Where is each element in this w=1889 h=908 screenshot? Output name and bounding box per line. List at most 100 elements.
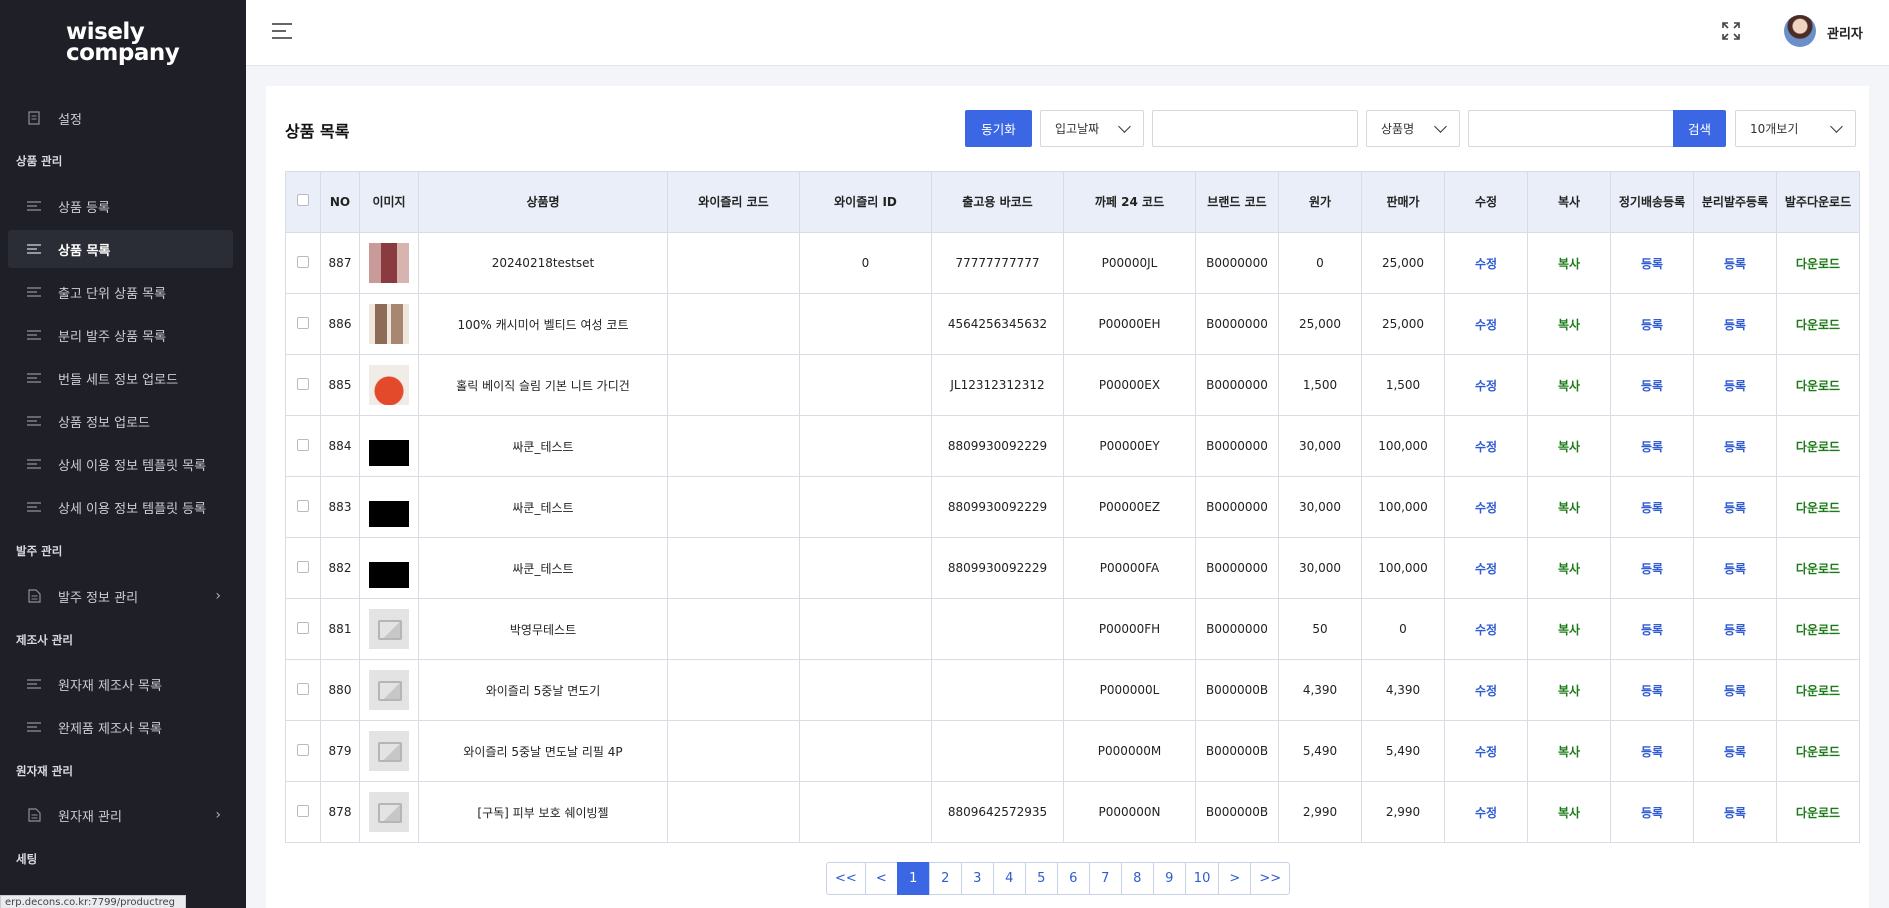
order-download-link[interactable]: 다운로드 <box>1796 379 1840 393</box>
row-checkbox[interactable] <box>297 743 309 756</box>
company-logo[interactable]: wisely company <box>66 21 186 65</box>
copy-link[interactable]: 복사 <box>1558 562 1580 576</box>
row-checkbox[interactable] <box>297 316 309 329</box>
order-download-link[interactable]: 다운로드 <box>1796 623 1840 637</box>
page-6-button[interactable]: 6 <box>1056 862 1090 895</box>
edit-link[interactable]: 수정 <box>1475 745 1497 759</box>
search-field-select[interactable]: 상품명 <box>1366 110 1460 147</box>
sidebar-item-product-list[interactable]: 상품 목록 <box>8 230 233 268</box>
copy-link[interactable]: 복사 <box>1558 806 1580 820</box>
subscription-register-link[interactable]: 등록 <box>1641 379 1663 393</box>
page-size-select[interactable]: 10개보기 <box>1735 110 1856 147</box>
split-order-register-link[interactable]: 등록 <box>1724 684 1746 698</box>
product-thumbnail[interactable] <box>369 548 409 588</box>
fullscreen-icon[interactable] <box>1722 22 1740 40</box>
copy-link[interactable]: 복사 <box>1558 623 1580 637</box>
order-download-link[interactable]: 다운로드 <box>1796 684 1840 698</box>
sync-button[interactable]: 동기화 <box>965 110 1032 147</box>
product-thumbnail[interactable] <box>369 670 409 710</box>
row-checkbox[interactable] <box>297 255 309 268</box>
search-button[interactable]: 검색 <box>1673 110 1726 147</box>
split-order-register-link[interactable]: 등록 <box>1724 562 1746 576</box>
page-4-button[interactable]: 4 <box>992 862 1026 895</box>
edit-link[interactable]: 수정 <box>1475 379 1497 393</box>
date-filter-select[interactable]: 입고날짜 <box>1040 110 1144 147</box>
page-9-button[interactable]: 9 <box>1152 862 1186 895</box>
product-thumbnail[interactable] <box>369 304 409 344</box>
prev-page-button[interactable]: < <box>864 862 898 895</box>
subscription-register-link[interactable]: 등록 <box>1641 257 1663 271</box>
split-order-register-link[interactable]: 등록 <box>1724 623 1746 637</box>
subscription-register-link[interactable]: 등록 <box>1641 745 1663 759</box>
order-download-link[interactable]: 다운로드 <box>1796 440 1840 454</box>
sidebar-item-product-register[interactable]: 상품 등록 <box>8 187 233 225</box>
product-thumbnail[interactable] <box>369 609 409 649</box>
sidebar-item-material-management[interactable]: 원자재 관리 › <box>8 796 233 834</box>
order-download-link[interactable]: 다운로드 <box>1796 318 1840 332</box>
menu-toggle-icon[interactable] <box>272 23 292 39</box>
subscription-register-link[interactable]: 등록 <box>1641 684 1663 698</box>
row-checkbox[interactable] <box>297 621 309 634</box>
page-10-button[interactable]: 10 <box>1184 862 1220 895</box>
sidebar-item-order-info[interactable]: 발주 정보 관리 › <box>8 577 233 615</box>
page-1-button[interactable]: 1 <box>896 862 930 895</box>
page-2-button[interactable]: 2 <box>928 862 962 895</box>
split-order-register-link[interactable]: 등록 <box>1724 501 1746 515</box>
sidebar-item-settings[interactable]: 설정 <box>8 99 233 137</box>
search-input[interactable] <box>1468 110 1674 147</box>
split-order-register-link[interactable]: 등록 <box>1724 379 1746 393</box>
copy-link[interactable]: 복사 <box>1558 501 1580 515</box>
product-thumbnail[interactable] <box>369 487 409 527</box>
page-7-button[interactable]: 7 <box>1088 862 1122 895</box>
order-download-link[interactable]: 다운로드 <box>1796 806 1840 820</box>
subscription-register-link[interactable]: 등록 <box>1641 562 1663 576</box>
sidebar-item-bundle-upload[interactable]: 번들 세트 정보 업로드 <box>8 359 233 397</box>
edit-link[interactable]: 수정 <box>1475 623 1497 637</box>
page-8-button[interactable]: 8 <box>1120 862 1154 895</box>
product-thumbnail[interactable] <box>369 731 409 771</box>
sidebar-item-product-info-upload[interactable]: 상품 정보 업로드 <box>8 402 233 440</box>
product-thumbnail[interactable] <box>369 243 409 283</box>
split-order-register-link[interactable]: 등록 <box>1724 257 1746 271</box>
subscription-register-link[interactable]: 등록 <box>1641 501 1663 515</box>
first-page-button[interactable]: << <box>826 862 866 895</box>
row-checkbox[interactable] <box>297 682 309 695</box>
copy-link[interactable]: 복사 <box>1558 257 1580 271</box>
edit-link[interactable]: 수정 <box>1475 257 1497 271</box>
copy-link[interactable]: 복사 <box>1558 379 1580 393</box>
copy-link[interactable]: 복사 <box>1558 745 1580 759</box>
row-checkbox[interactable] <box>297 499 309 512</box>
row-checkbox[interactable] <box>297 438 309 451</box>
subscription-register-link[interactable]: 등록 <box>1641 440 1663 454</box>
avatar[interactable] <box>1784 15 1816 47</box>
row-checkbox[interactable] <box>297 377 309 390</box>
last-page-button[interactable]: >> <box>1250 862 1291 895</box>
subscription-register-link[interactable]: 등록 <box>1641 318 1663 332</box>
user-name[interactable]: 관리자 <box>1827 23 1863 42</box>
sidebar-item-material-makers[interactable]: 원자재 제조사 목록 <box>8 665 233 703</box>
next-page-button[interactable]: > <box>1218 862 1252 895</box>
subscription-register-link[interactable]: 등록 <box>1641 623 1663 637</box>
edit-link[interactable]: 수정 <box>1475 318 1497 332</box>
product-thumbnail[interactable] <box>369 365 409 405</box>
edit-link[interactable]: 수정 <box>1475 684 1497 698</box>
date-input[interactable] <box>1152 110 1358 147</box>
sidebar-item-shipping-unit-products[interactable]: 출고 단위 상품 목록 <box>8 273 233 311</box>
order-download-link[interactable]: 다운로드 <box>1796 745 1840 759</box>
sidebar-item-split-order-products[interactable]: 분리 발주 상품 목록 <box>8 316 233 354</box>
split-order-register-link[interactable]: 등록 <box>1724 806 1746 820</box>
split-order-register-link[interactable]: 등록 <box>1724 318 1746 332</box>
edit-link[interactable]: 수정 <box>1475 501 1497 515</box>
copy-link[interactable]: 복사 <box>1558 684 1580 698</box>
select-all-checkbox[interactable] <box>297 193 309 206</box>
product-thumbnail[interactable] <box>369 426 409 466</box>
order-download-link[interactable]: 다운로드 <box>1796 257 1840 271</box>
split-order-register-link[interactable]: 등록 <box>1724 745 1746 759</box>
row-checkbox[interactable] <box>297 804 309 817</box>
subscription-register-link[interactable]: 등록 <box>1641 806 1663 820</box>
product-thumbnail[interactable] <box>369 792 409 832</box>
page-5-button[interactable]: 5 <box>1024 862 1058 895</box>
copy-link[interactable]: 복사 <box>1558 318 1580 332</box>
copy-link[interactable]: 복사 <box>1558 440 1580 454</box>
sidebar-item-template-list[interactable]: 상세 이용 정보 템플릿 목록 <box>8 445 233 483</box>
